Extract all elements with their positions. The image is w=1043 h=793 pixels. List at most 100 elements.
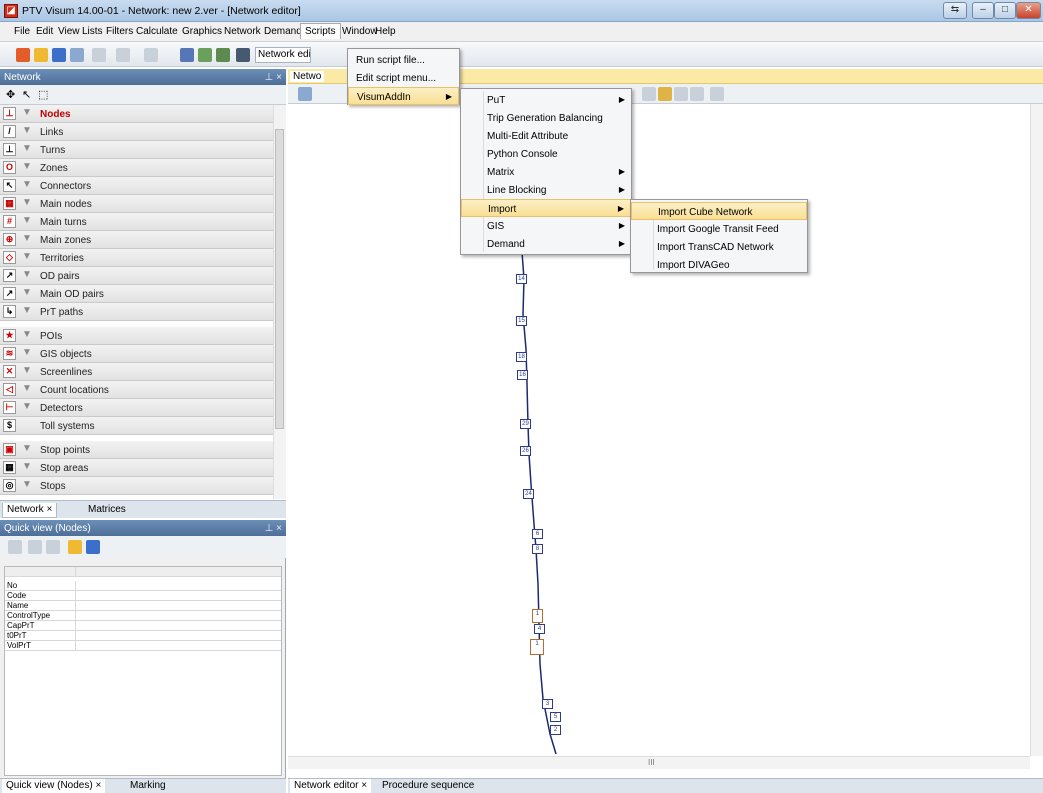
menu-file[interactable]: File bbox=[14, 26, 30, 37]
pin-close-icon[interactable]: ⊥ × bbox=[265, 523, 282, 534]
network-item-stops[interactable]: ◎ ▼ Stops bbox=[0, 477, 273, 495]
menu-item-demand[interactable]: Demand ▶ bbox=[461, 235, 631, 253]
filter-icon[interactable]: ▼ bbox=[22, 461, 32, 472]
menu-graphics[interactable]: Graphics bbox=[182, 26, 222, 37]
tab-network[interactable]: Network × bbox=[2, 503, 58, 518]
network-list-scroll-thumb[interactable] bbox=[275, 129, 284, 429]
node-marker[interactable]: 18 bbox=[516, 352, 527, 362]
zoom-icon[interactable] bbox=[674, 87, 688, 101]
tab-procedure-sequence[interactable]: Procedure sequence bbox=[378, 779, 478, 793]
filter-icon[interactable]: ▼ bbox=[22, 251, 32, 262]
network-item-nodes[interactable]: ⊥ ▼ Nodes bbox=[0, 105, 273, 123]
select-icon[interactable] bbox=[8, 540, 22, 554]
menu-calculate[interactable]: Calculate bbox=[136, 26, 178, 37]
menu-item-put[interactable]: PuT ▶ bbox=[461, 91, 631, 109]
filter-icon[interactable]: ▼ bbox=[22, 125, 32, 136]
menu-item-run-script-file[interactable]: Run script file... bbox=[348, 51, 459, 69]
node-marker[interactable]: 8 bbox=[532, 544, 543, 554]
tab-matrices[interactable]: Matrices bbox=[84, 503, 130, 518]
filter-icon[interactable]: ▼ bbox=[22, 107, 32, 118]
menu-help[interactable]: Help bbox=[375, 26, 396, 37]
editor-horizontal-scrollbar[interactable]: III bbox=[288, 756, 1030, 769]
maximize-button[interactable]: □ bbox=[994, 2, 1016, 19]
network-item-gis-objects[interactable]: ≋ ▼ GIS objects bbox=[0, 345, 273, 363]
select-rect-icon[interactable]: ⬚ bbox=[38, 88, 48, 101]
filter-icon[interactable]: ▼ bbox=[22, 479, 32, 490]
undo-icon[interactable] bbox=[92, 48, 106, 62]
network-item-stop-points[interactable]: ▣ ▼ Stop points bbox=[0, 441, 273, 459]
table-row[interactable]: Name bbox=[5, 601, 281, 611]
filter-icon[interactable]: ▼ bbox=[22, 365, 32, 376]
copy-icon[interactable] bbox=[28, 540, 42, 554]
filter-icon[interactable]: ▼ bbox=[22, 383, 32, 394]
node-marker[interactable]: 26 bbox=[520, 446, 531, 456]
network-item-main-nodes[interactable]: ▦ ▼ Main nodes bbox=[0, 195, 273, 213]
menu-lists[interactable]: Lists bbox=[82, 26, 103, 37]
table-row[interactable]: t0PrT bbox=[5, 631, 281, 641]
edit-icon[interactable] bbox=[690, 87, 704, 101]
node-marker[interactable]: 5 bbox=[550, 712, 561, 722]
save-icon[interactable] bbox=[86, 540, 100, 554]
table-row[interactable]: VolPrT bbox=[5, 641, 281, 651]
open-icon[interactable] bbox=[34, 48, 48, 62]
filter-icon[interactable]: ▼ bbox=[22, 269, 32, 280]
list-icon[interactable] bbox=[216, 48, 230, 62]
select-arrow-icon[interactable]: ↖ bbox=[22, 88, 31, 101]
menu-item-multi-edit-attribute[interactable]: Multi-Edit Attribute bbox=[461, 127, 631, 145]
menu-item-edit-script-menu[interactable]: Edit script menu... bbox=[348, 69, 459, 87]
menu-scripts[interactable]: Scripts bbox=[300, 23, 341, 39]
menu-item-python-console[interactable]: Python Console bbox=[461, 145, 631, 163]
redo-icon[interactable] bbox=[116, 48, 130, 62]
tab-network-editor[interactable]: Network editor × bbox=[290, 779, 372, 793]
restore-layout-button[interactable]: ⇆ bbox=[943, 2, 967, 19]
node-marker[interactable]: 3 bbox=[542, 699, 553, 709]
measure-icon[interactable] bbox=[658, 87, 672, 101]
tab-marking[interactable]: Marking bbox=[126, 779, 170, 793]
network-item-main-zones[interactable]: ⊕ ▼ Main zones bbox=[0, 231, 273, 249]
filter-icon[interactable]: ▼ bbox=[22, 197, 32, 208]
menu-demand[interactable]: Demand bbox=[264, 26, 302, 37]
paste-icon[interactable] bbox=[46, 540, 60, 554]
node-marker[interactable]: 14 bbox=[516, 274, 527, 284]
table-row[interactable]: ControlType bbox=[5, 611, 281, 621]
menu-item-import-cube-network[interactable]: Import Cube Network bbox=[631, 202, 807, 220]
menu-item-line-blocking[interactable]: Line Blocking ▶ bbox=[461, 181, 631, 199]
filter-icon[interactable]: ▼ bbox=[22, 305, 32, 316]
save-icon[interactable] bbox=[52, 48, 66, 62]
node-marker[interactable]: 24 bbox=[523, 489, 534, 499]
run-icon[interactable] bbox=[144, 48, 158, 62]
filter-icon[interactable]: ▼ bbox=[22, 443, 32, 454]
settings-icon[interactable] bbox=[710, 87, 724, 101]
filter-icon[interactable]: ▼ bbox=[22, 347, 32, 358]
network-item-toll-systems[interactable]: $ Toll systems bbox=[0, 417, 273, 435]
table-row[interactable]: Code bbox=[5, 591, 281, 601]
tab-quick-view[interactable]: Quick view (Nodes) × bbox=[2, 779, 106, 793]
node-marker[interactable]: 2 bbox=[550, 725, 561, 735]
filter-icon[interactable]: ▼ bbox=[22, 233, 32, 244]
network-item-zones[interactable]: O ▼ Zones bbox=[0, 159, 273, 177]
editor-icon[interactable] bbox=[236, 48, 250, 62]
filter-icon[interactable]: ▼ bbox=[22, 287, 32, 298]
network-item-turns[interactable]: ⊥ ▼ Turns bbox=[0, 141, 273, 159]
editor-vertical-scrollbar[interactable] bbox=[1030, 104, 1043, 756]
node-marker[interactable]: 1 bbox=[532, 609, 543, 623]
filter-icon[interactable]: ▼ bbox=[22, 329, 32, 340]
filter-icon[interactable] bbox=[180, 48, 194, 62]
close-button[interactable]: ✕ bbox=[1016, 2, 1041, 19]
menu-item-import-divageo[interactable]: Import DIVAGeo bbox=[631, 256, 807, 274]
filter-icon[interactable]: ▼ bbox=[22, 143, 32, 154]
menu-item-visumaddin[interactable]: VisumAddIn ▶ bbox=[348, 87, 459, 105]
network-item-pois[interactable]: ★ ▼ POIs bbox=[0, 327, 273, 345]
menu-item-trip-generation-balancing[interactable]: Trip Generation Balancing bbox=[461, 109, 631, 127]
network-item-main-od-pairs[interactable]: ↗ ▼ Main OD pairs bbox=[0, 285, 273, 303]
menu-item-matrix[interactable]: Matrix ▶ bbox=[461, 163, 631, 181]
layout-icon[interactable] bbox=[198, 48, 212, 62]
network-item-screenlines[interactable]: ✕ ▼ Screenlines bbox=[0, 363, 273, 381]
network-item-detectors[interactable]: ⊢ ▼ Detectors bbox=[0, 399, 273, 417]
network-item-count-locations[interactable]: ◁ ▼ Count locations bbox=[0, 381, 273, 399]
network-item-stop-areas[interactable]: ▦ ▼ Stop areas bbox=[0, 459, 273, 477]
minimize-button[interactable]: – bbox=[972, 2, 994, 19]
menu-window[interactable]: Window bbox=[342, 26, 378, 37]
node-marker[interactable]: 29 bbox=[520, 419, 531, 429]
menu-item-import[interactable]: Import ▶ bbox=[461, 199, 631, 217]
